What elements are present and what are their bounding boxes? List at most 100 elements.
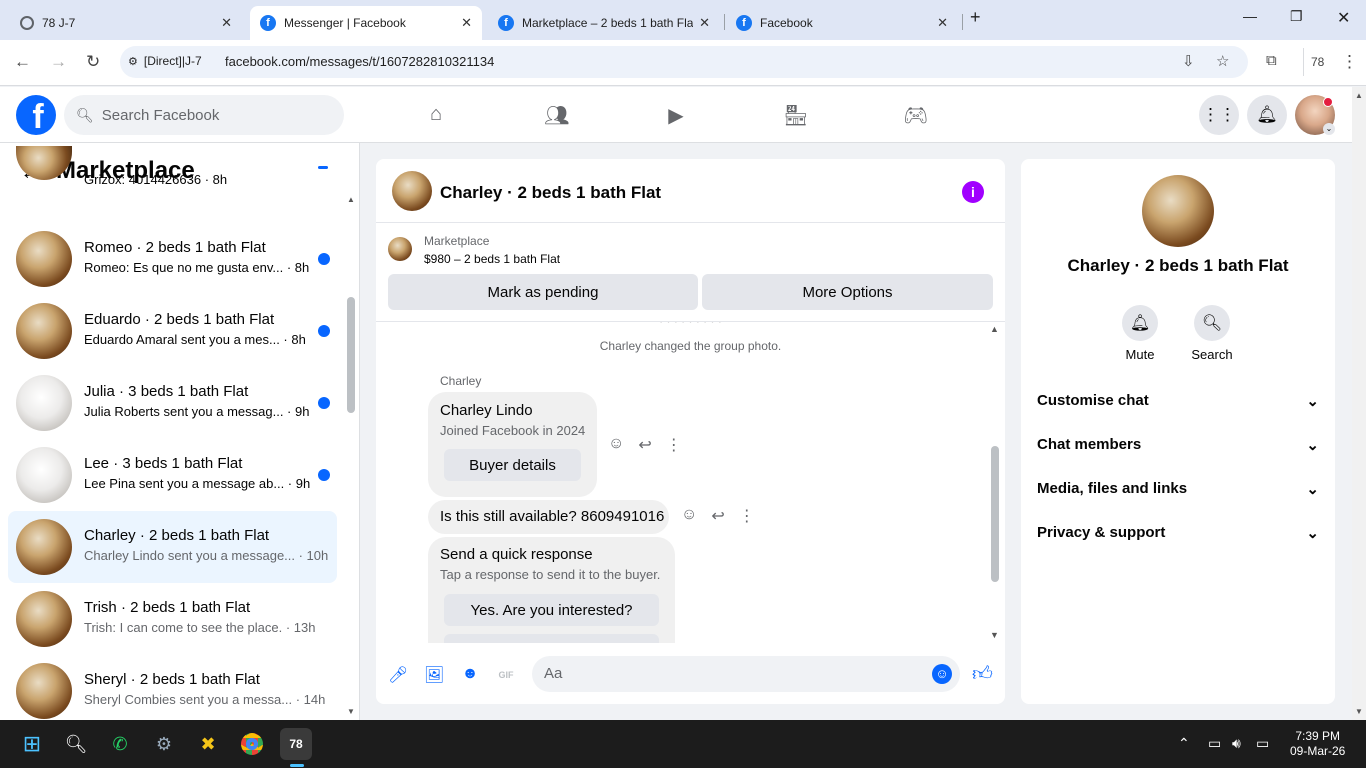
scrollbar-thumb[interactable] (991, 446, 999, 582)
conversation-preview: Romeo: Es que no me gusta env... · 8h (84, 260, 310, 275)
close-icon[interactable]: ✕ (221, 15, 232, 31)
microphone-icon[interactable]: 🎤︎ (388, 665, 408, 685)
tab-title: Facebook (760, 16, 813, 30)
tab-search-icon[interactable]: ⧉ (1266, 52, 1277, 69)
whatsapp-icon[interactable]: ✆ (104, 728, 136, 760)
quick-response-option[interactable] (444, 634, 659, 643)
profile-badge[interactable]: 78 (1311, 55, 1324, 69)
section-media-files-links[interactable]: Media, files and links ⌄ (1037, 480, 1319, 498)
facebook-search[interactable]: 🔍︎ Search Facebook (64, 95, 344, 135)
mute-button[interactable]: 🔔︎ Mute (1110, 305, 1170, 362)
conversation-info-panel: Charley · 2 beds 1 bath Flat 🔔︎ Mute 🔍︎ … (1021, 159, 1335, 704)
scroll-down-icon[interactable]: ▼ (990, 630, 999, 640)
url-text[interactable]: facebook.com/messages/t/1607282810321134 (225, 54, 494, 69)
quick-response-subtitle: Tap a response to send it to the buyer. (440, 567, 661, 582)
volume-icon[interactable]: 🔊︎ (1232, 735, 1241, 752)
mark-as-pending-button[interactable]: Mark as pending (388, 274, 698, 310)
friends-icon[interactable]: 👥︎ (544, 103, 569, 127)
more-options-button[interactable]: More Options (702, 274, 993, 310)
bookmark-star-icon[interactable]: ☆ (1216, 52, 1229, 70)
more-dots-icon[interactable]: ⋮ (666, 435, 682, 455)
marketplace-icon[interactable]: 🏪︎ (783, 103, 808, 127)
windows-start-icon[interactable]: ⊞ (16, 728, 48, 760)
chat-title[interactable]: Charley · 2 beds 1 bath Flat (440, 183, 661, 203)
message-input[interactable]: Aa (532, 656, 960, 692)
avatar (16, 375, 72, 431)
chrome-icon[interactable] (236, 728, 268, 760)
more-dots-icon[interactable]: ⋮ (739, 506, 755, 526)
scroll-up-icon[interactable]: ▲ (347, 195, 355, 204)
chevron-down-icon[interactable]: ⌄ (1323, 123, 1335, 135)
reload-icon[interactable]: ↻ (86, 52, 100, 72)
conversation-item-selected[interactable]: Charley · 2 beds 1 bath Flat Charley Lin… (8, 511, 337, 583)
gif-icon[interactable]: GIF (496, 665, 516, 685)
menu-dots-icon[interactable]: ⋮ (1341, 52, 1358, 72)
conversation-item[interactable]: Trish · 2 beds 1 bath Flat Trish: I can … (8, 583, 337, 655)
emoji-icon[interactable]: ☺ (932, 664, 952, 684)
close-icon[interactable]: ✕ (699, 15, 710, 31)
conversation-item[interactable]: Sheryl · 2 beds 1 bath Flat Sheryl Combi… (8, 655, 337, 720)
avatar (16, 303, 72, 359)
scroll-down-icon[interactable]: ▼ (347, 707, 355, 716)
section-chat-members[interactable]: Chat members ⌄ (1037, 436, 1319, 454)
search-button[interactable]: 🔍︎ Search (1182, 305, 1242, 362)
tune-icon: ⚙ (128, 55, 138, 68)
avatar (16, 447, 72, 503)
section-privacy-support[interactable]: Privacy & support ⌄ (1037, 524, 1319, 542)
app-x-icon[interactable]: ✖ (192, 728, 224, 760)
forward-arrow-icon[interactable]: → (50, 52, 67, 72)
facebook-logo[interactable]: f (16, 95, 56, 135)
minimize-button[interactable]: — (1243, 8, 1257, 24)
tab-marketplace[interactable]: f Marketplace – 2 beds 1 bath Fla ✕ (488, 6, 720, 40)
section-customise-chat[interactable]: Customise chat ⌄ (1037, 392, 1319, 410)
tab-messenger[interactable]: f Messenger | Facebook ✕ (250, 6, 482, 40)
buyer-details-button[interactable]: Buyer details (444, 449, 581, 481)
notifications-bell-icon[interactable]: 🔔︎ (1247, 95, 1287, 135)
conversation-avatar[interactable] (1142, 175, 1214, 247)
conversation-item[interactable]: Lee · 3 beds 1 bath Flat Lee Pina sent y… (8, 439, 337, 511)
search-icon[interactable]: 🔍︎ (60, 728, 92, 760)
battery-icon[interactable]: ▭ (1256, 735, 1269, 752)
facebook-icon: f (498, 15, 514, 31)
quick-response-option[interactable]: Yes. Are you interested? (444, 594, 659, 626)
conversation-item[interactable]: Romeo · 2 beds 1 bath Flat Romeo: Es que… (8, 223, 337, 295)
conversation-item[interactable]: Grizox: 4014426636 · 8h (8, 143, 337, 198)
video-icon[interactable]: ▶ (664, 103, 688, 127)
react-emoji-icon[interactable]: ☺ (681, 506, 697, 526)
system-clock[interactable]: 7:39 PM 09-Mar-26 (1290, 729, 1345, 759)
gaming-icon[interactable]: 🎮︎ (903, 103, 928, 127)
scrollbar-thumb[interactable] (347, 297, 355, 413)
menu-grid-icon[interactable]: ⋮⋮ (1199, 95, 1239, 135)
new-tab-button[interactable]: + (970, 7, 981, 28)
close-icon[interactable]: ✕ (937, 15, 948, 31)
app-78-icon[interactable]: 78 (280, 728, 312, 760)
scroll-up-icon[interactable]: ▲ (990, 324, 999, 334)
photo-icon[interactable]: 🖼︎ (424, 665, 444, 685)
react-emoji-icon[interactable]: ☺ (608, 435, 624, 455)
back-arrow-icon[interactable]: ← (14, 52, 31, 72)
sticker-icon[interactable]: ☻ (460, 665, 480, 685)
listing-price-title[interactable]: $980 – 2 beds 1 bath Flat (424, 252, 560, 266)
install-app-icon[interactable]: ⇩ (1182, 52, 1195, 70)
network-icon[interactable]: ▭ (1208, 735, 1221, 752)
site-info-chip[interactable]: ⚙ [Direct]|J-7 (128, 54, 202, 68)
tab-1[interactable]: 78 J-7 ✕ (10, 6, 242, 40)
info-icon[interactable]: i (962, 181, 984, 203)
tab-facebook[interactable]: f Facebook ✕ (726, 6, 958, 40)
thumbs-up-icon[interactable]: 👍︎ (972, 662, 993, 685)
window-close-button[interactable]: ✕ (1337, 8, 1350, 28)
page-scrollbar[interactable]: ▲ ▼ (1352, 87, 1366, 720)
home-icon[interactable]: ⌂ (424, 103, 448, 127)
settings-gear-icon[interactable]: ⚙ (148, 728, 180, 760)
reply-icon[interactable]: ↩ (711, 506, 724, 526)
reply-icon[interactable]: ↩ (638, 435, 651, 455)
conversation-item[interactable]: Julia · 3 beds 1 bath Flat Julia Roberts… (8, 367, 337, 439)
close-icon[interactable]: ✕ (461, 15, 472, 31)
chevron-up-icon[interactable]: ⌃ (1178, 735, 1190, 752)
conversation-item[interactable]: Eduardo · 2 beds 1 bath Flat Eduardo Ama… (8, 295, 337, 367)
omnibox[interactable]: ⚙ [Direct]|J-7 facebook.com/messages/t/1… (120, 46, 1248, 78)
restore-button[interactable]: ❐ (1290, 8, 1303, 25)
chat-avatar[interactable] (392, 171, 432, 211)
listing-thumbnail[interactable] (388, 237, 412, 261)
avatar (16, 663, 72, 719)
